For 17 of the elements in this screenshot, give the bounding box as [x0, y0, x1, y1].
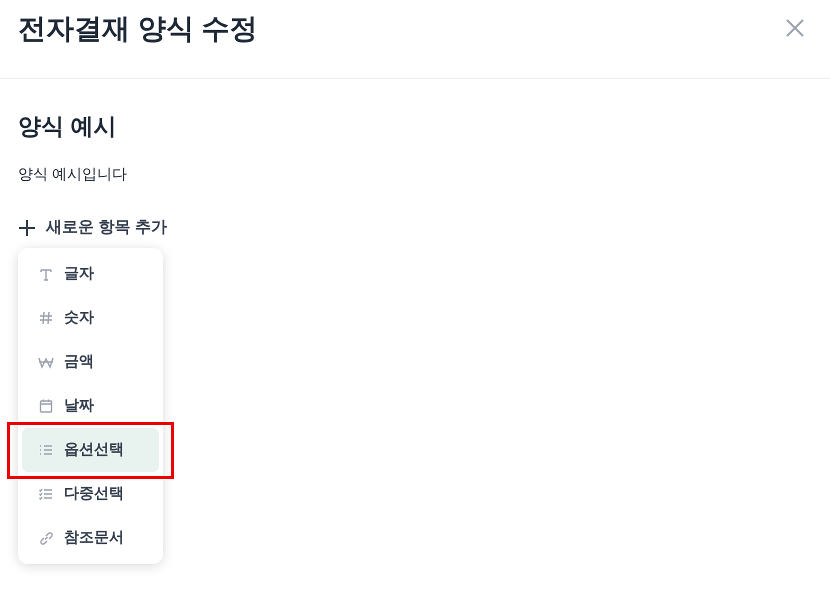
menu-item[interactable]: 날짜	[22, 384, 159, 428]
hash-icon	[38, 310, 54, 326]
calendar-icon	[38, 398, 54, 414]
form-title: 양식 예시	[18, 112, 118, 141]
menu-item[interactable]: 글자	[22, 252, 159, 296]
menu-item[interactable]: 옵션선택	[22, 428, 159, 472]
checklist-icon	[38, 486, 54, 502]
add-item-button[interactable]: 새로운 항목 추가	[18, 216, 167, 240]
form-description: 양식 예시입니다	[18, 164, 128, 184]
link-icon	[38, 530, 54, 546]
close-icon[interactable]	[785, 18, 805, 38]
menu-item[interactable]: 숫자	[22, 296, 159, 340]
menu-item[interactable]: 다중선택	[22, 472, 159, 516]
dialog-title: 전자결재 양식 수정	[18, 12, 258, 46]
menu-item[interactable]: 금액	[22, 340, 159, 384]
plus-icon	[18, 219, 36, 237]
menu-item[interactable]: 참조문서	[22, 516, 159, 560]
